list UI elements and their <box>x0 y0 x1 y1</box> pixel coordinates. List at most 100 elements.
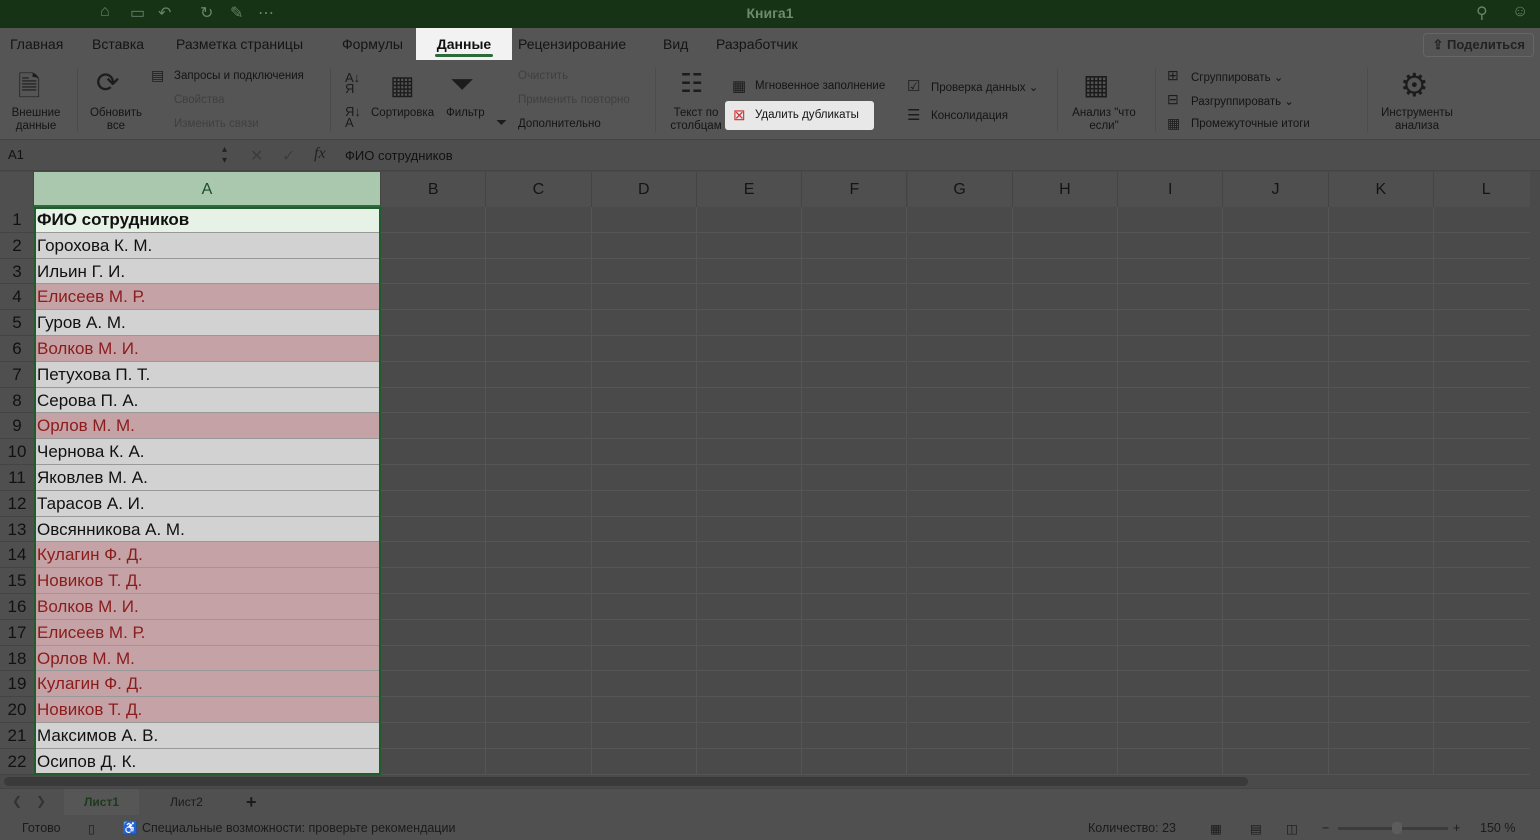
grid-cell[interactable] <box>1434 490 1540 517</box>
grid-cell[interactable] <box>802 258 908 285</box>
sort-az-icon[interactable]: А↓ Я <box>345 71 360 95</box>
column-header-D[interactable]: D <box>591 172 697 207</box>
grid-cell[interactable] <box>1434 258 1540 285</box>
grid-cell[interactable] <box>1223 439 1329 465</box>
grid-cell[interactable] <box>696 310 803 336</box>
grid-cell[interactable] <box>486 645 592 672</box>
grid-cell[interactable] <box>1012 336 1119 362</box>
grid-cell[interactable] <box>486 284 592 311</box>
column-header-B[interactable]: B <box>381 172 487 207</box>
grid-cell[interactable] <box>907 232 1013 259</box>
row-header-21[interactable]: 21 <box>0 723 34 749</box>
grid-cell[interactable] <box>907 207 1013 233</box>
grid-cell[interactable] <box>1223 413 1329 440</box>
grid-cell[interactable] <box>1223 207 1329 233</box>
grid-cell[interactable] <box>1328 542 1434 569</box>
analysis-tools-button[interactable]: Инструменты анализа <box>1376 107 1458 133</box>
grid-cell[interactable] <box>381 542 487 569</box>
group-button[interactable]: Сгруппировать ⌄ <box>1191 70 1283 84</box>
grid-cell[interactable] <box>1434 413 1540 440</box>
grid-cell[interactable] <box>486 207 592 233</box>
grid-cell[interactable] <box>696 568 803 594</box>
grid-cell[interactable] <box>486 619 592 646</box>
grid-cell[interactable] <box>907 619 1013 646</box>
grid-cell[interactable] <box>486 439 592 465</box>
grid-cell[interactable] <box>1118 336 1224 362</box>
grid-cell[interactable] <box>696 387 803 414</box>
grid-cell[interactable] <box>1012 310 1119 336</box>
grid-cell[interactable] <box>802 619 908 646</box>
tab-data[interactable]: Данные <box>416 28 512 60</box>
grid-cell[interactable] <box>1012 413 1119 440</box>
grid-cell[interactable] <box>381 336 487 362</box>
grid-cell[interactable] <box>1118 568 1224 594</box>
row-header-5[interactable]: 5 <box>0 310 34 336</box>
grid-cell[interactable] <box>907 723 1013 749</box>
grid-cell[interactable] <box>381 748 487 775</box>
grid-cell[interactable] <box>381 284 487 311</box>
grid-cell[interactable] <box>696 542 803 569</box>
grid-cell[interactable] <box>1118 361 1224 388</box>
grid-cell[interactable] <box>1223 671 1329 698</box>
column-header-L[interactable]: L <box>1434 172 1540 207</box>
grid-cell[interactable] <box>907 645 1013 672</box>
prev-sheet-icon[interactable]: ❮ <box>12 794 22 808</box>
grid-cell[interactable] <box>1328 671 1434 698</box>
grid-cell[interactable] <box>1328 619 1434 646</box>
grid-cell[interactable] <box>1012 516 1119 543</box>
clear-button[interactable]: Очистить <box>518 70 568 82</box>
grid-cell[interactable] <box>591 465 697 491</box>
grid-cell[interactable] <box>1434 232 1540 259</box>
zoom-out-button[interactable]: − <box>1322 821 1329 835</box>
zoom-in-button[interactable]: + <box>1453 821 1460 835</box>
grid-cell[interactable] <box>1118 465 1224 491</box>
grid-cell[interactable] <box>1118 542 1224 569</box>
grid-cell[interactable] <box>591 697 697 723</box>
page-break-view-icon[interactable]: ◫ <box>1286 821 1298 836</box>
grid-cell[interactable] <box>381 645 487 672</box>
grid-cell[interactable] <box>591 748 697 775</box>
grid-cell[interactable] <box>1328 697 1434 723</box>
data-validation-button[interactable]: Проверка данных ⌄ <box>931 80 1038 94</box>
grid-cell[interactable] <box>381 439 487 465</box>
row-header-10[interactable]: 10 <box>0 439 34 465</box>
function-icon[interactable]: fx <box>314 145 326 163</box>
macro-record-icon[interactable]: ▯ <box>88 821 95 836</box>
grid-cell[interactable] <box>696 645 803 672</box>
grid-cell[interactable] <box>1223 465 1329 491</box>
grid-cell[interactable] <box>486 413 592 440</box>
column-header-A[interactable]: A <box>34 172 381 207</box>
grid-cell[interactable] <box>381 207 487 233</box>
grid-cell[interactable] <box>802 697 908 723</box>
grid-cell[interactable] <box>1012 542 1119 569</box>
grid-cell[interactable] <box>696 413 803 440</box>
grid-cell[interactable] <box>1328 207 1434 233</box>
grid-cell[interactable] <box>381 594 487 620</box>
grid-cell[interactable] <box>1118 594 1224 620</box>
grid-cell[interactable] <box>1223 723 1329 749</box>
grid-cell[interactable] <box>696 697 803 723</box>
grid-cell[interactable] <box>486 723 592 749</box>
grid-cell[interactable] <box>591 439 697 465</box>
grid-cell[interactable] <box>1223 258 1329 285</box>
grid-cell[interactable] <box>1434 671 1540 698</box>
grid-cell[interactable] <box>907 568 1013 594</box>
grid-cell[interactable] <box>1118 671 1224 698</box>
grid-cell[interactable] <box>1328 748 1434 775</box>
grid-cell[interactable] <box>696 723 803 749</box>
tab-page-layout[interactable]: Разметка страницы <box>166 28 313 60</box>
accessibility-status[interactable]: Специальные возможности: проверьте реком… <box>142 821 455 835</box>
grid-cell[interactable] <box>1118 207 1224 233</box>
grid-cell[interactable] <box>1012 490 1119 517</box>
column-header-J[interactable]: J <box>1223 172 1329 207</box>
grid-cell[interactable] <box>381 619 487 646</box>
grid-cell[interactable] <box>802 516 908 543</box>
grid-cell[interactable] <box>1012 361 1119 388</box>
grid-cell[interactable] <box>591 361 697 388</box>
row-header-4[interactable]: 4 <box>0 284 34 311</box>
grid-cell[interactable] <box>802 361 908 388</box>
row-header-9[interactable]: 9 <box>0 413 34 440</box>
grid-cell[interactable] <box>381 258 487 285</box>
grid-cell[interactable] <box>1118 258 1224 285</box>
grid-cell[interactable] <box>696 207 803 233</box>
